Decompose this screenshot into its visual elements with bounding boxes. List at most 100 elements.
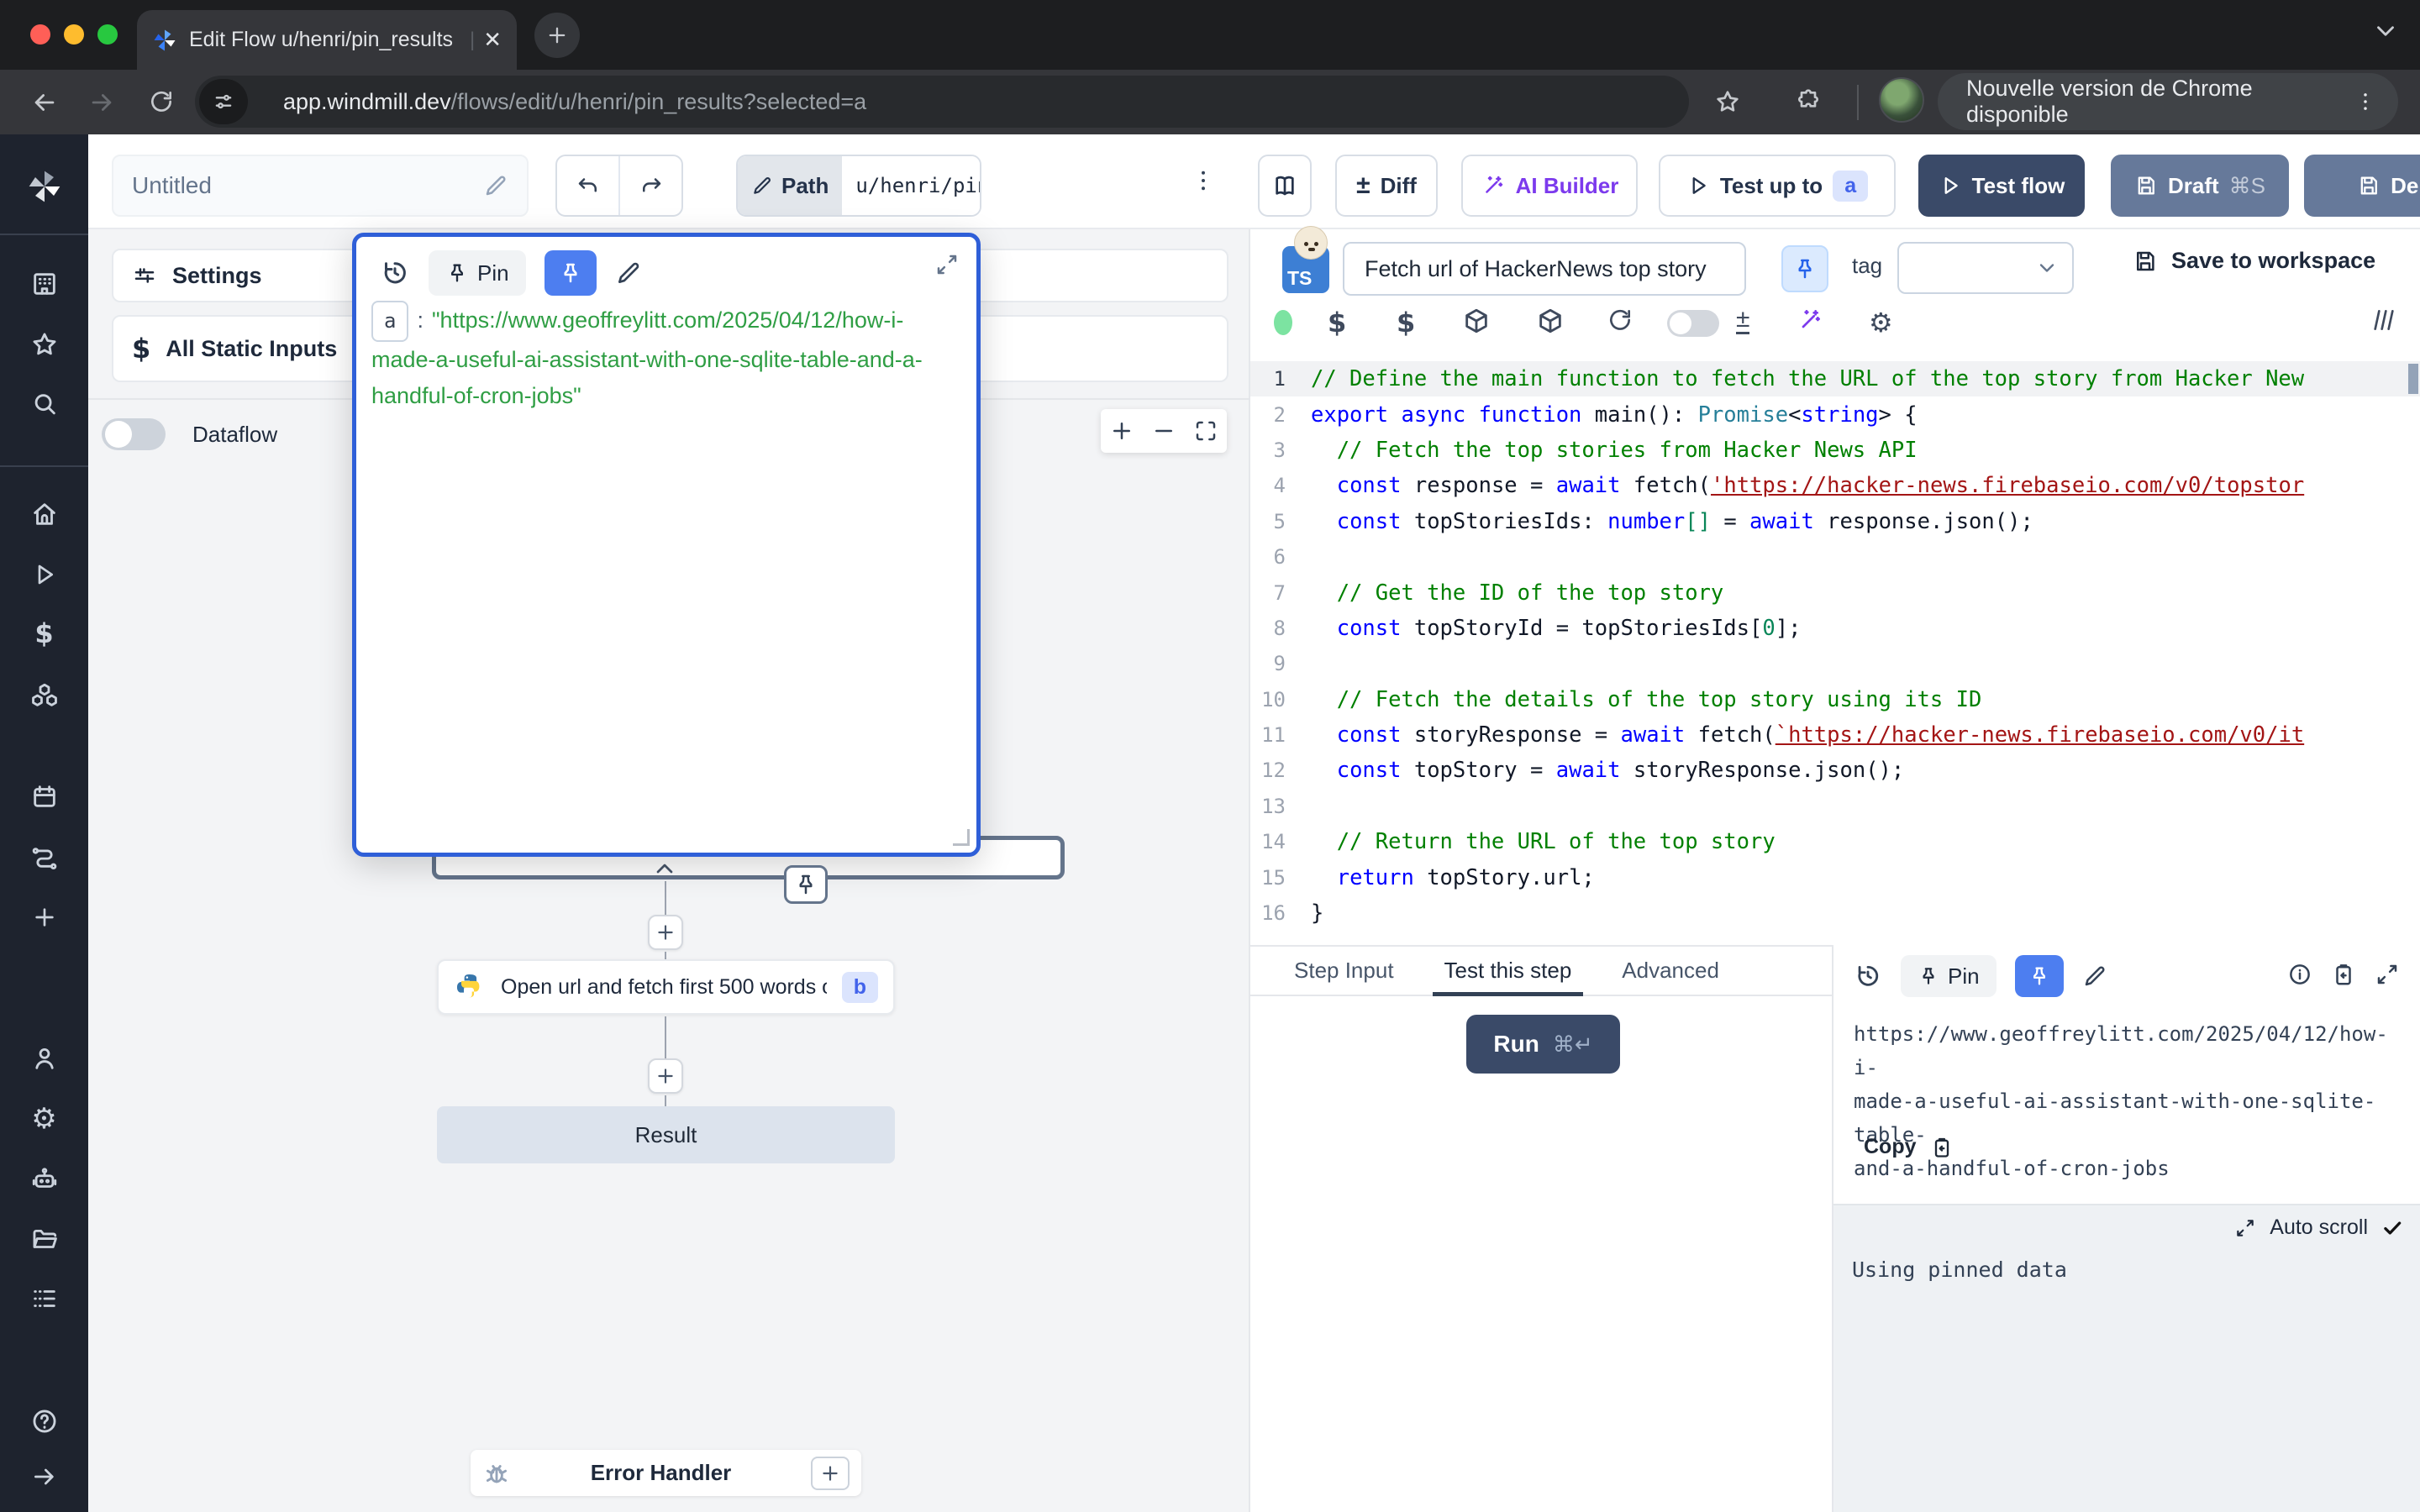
package-icon[interactable]: [1462, 307, 1491, 335]
sidebar-item-workers[interactable]: [0, 1152, 88, 1206]
arg-name-chip[interactable]: a: [371, 301, 408, 342]
expand-popup-icon[interactable]: [934, 252, 960, 277]
extensions-icon[interactable]: [1795, 88, 1822, 115]
tab-step-input[interactable]: Step Input: [1294, 947, 1394, 995]
editor-toggle[interactable]: [1667, 310, 1719, 337]
redo-button[interactable]: [620, 173, 681, 198]
node-a-pin-badge[interactable]: [784, 865, 828, 904]
diff-icon[interactable]: ±: [1736, 307, 1749, 334]
new-tab-button[interactable]: [534, 13, 580, 58]
code-line[interactable]: 10 // Fetch the details of the top story…: [1250, 682, 2420, 717]
dataflow-toggle[interactable]: [102, 418, 166, 450]
code-line[interactable]: 11 const storyResponse = await fetch(`ht…: [1250, 717, 2420, 753]
sidebar-item-home[interactable]: [0, 487, 88, 541]
browser-tab[interactable]: Edit Flow u/henri/pin_results | ✕: [137, 10, 517, 70]
ai-wand-icon[interactable]: [1797, 307, 1823, 333]
maximize-window-button[interactable]: [97, 24, 118, 45]
code-line[interactable]: 12 const topStory = await storyResponse.…: [1250, 753, 2420, 788]
result-pin-toggle-button[interactable]: Pin: [1901, 955, 1996, 997]
close-window-button[interactable]: [30, 24, 50, 45]
code-line[interactable]: 8 const topStoryId = topStoriesIds[0];: [1250, 611, 2420, 646]
code-line[interactable]: 2export async function main(): Promise<s…: [1250, 396, 2420, 432]
sidebar-item-audit-logs[interactable]: [0, 1272, 88, 1326]
insert-step-button[interactable]: [648, 915, 683, 950]
sidebar-item-favorites[interactable]: [0, 318, 88, 371]
chrome-update-button[interactable]: Nouvelle version de Chrome disponible: [1938, 73, 2398, 130]
flow-name-input[interactable]: Untitled: [112, 155, 529, 217]
fullscreen-icon[interactable]: [2375, 962, 2400, 987]
more-options-kebab-icon[interactable]: [1189, 166, 1218, 195]
copy-result-icon[interactable]: [2331, 962, 2356, 987]
draft-button[interactable]: Draft⌘S: [2111, 155, 2289, 217]
copy-button[interactable]: Copy: [1864, 1135, 1954, 1159]
add-error-handler-button[interactable]: [811, 1457, 850, 1490]
editor-scrollbar[interactable]: [2408, 364, 2418, 394]
flow-node-result[interactable]: Result: [437, 1106, 895, 1163]
step-pin-button[interactable]: [1781, 245, 1828, 292]
pinned-active-button[interactable]: [544, 250, 597, 296]
undo-button[interactable]: [557, 173, 618, 198]
result-pinned-active-button[interactable]: [2015, 955, 2064, 997]
tag-select[interactable]: [1897, 242, 2074, 294]
path-value[interactable]: u/henri/pin: [842, 156, 981, 215]
history-icon[interactable]: [380, 258, 410, 288]
library-icon[interactable]: [2370, 307, 2396, 333]
resources-icon[interactable]: $: [1397, 307, 1415, 339]
docs-button[interactable]: [1258, 155, 1312, 217]
tab-close-icon[interactable]: ✕: [483, 27, 502, 53]
forward-button[interactable]: [87, 88, 116, 117]
edit-name-pencil-icon[interactable]: [483, 173, 508, 198]
collapse-chevron-icon[interactable]: [651, 855, 678, 882]
save-to-workspace-button[interactable]: Save to workspace: [2133, 248, 2375, 274]
sidebar-item-schedules[interactable]: [0, 769, 88, 823]
code-editor[interactable]: 1// Define the main function to fetch th…: [1250, 361, 2420, 945]
sidebar-collapse-arrow-icon[interactable]: [0, 1450, 88, 1504]
run-button[interactable]: Run ⌘↵: [1466, 1015, 1620, 1074]
code-line[interactable]: 9: [1250, 646, 2420, 681]
zoom-in-icon[interactable]: [1109, 418, 1134, 444]
back-button[interactable]: [30, 88, 59, 117]
pin-toggle-button[interactable]: Pin: [429, 250, 526, 296]
sidebar-item-resources[interactable]: [0, 669, 88, 722]
sidebar-item-variables[interactable]: $: [0, 606, 88, 660]
reset-icon[interactable]: [1607, 307, 1634, 333]
code-line[interactable]: 15 return topStory.url;: [1250, 859, 2420, 895]
sidebar-item-settings[interactable]: ⚙: [0, 1092, 88, 1146]
info-icon[interactable]: [2287, 962, 2312, 987]
code-line[interactable]: 1// Define the main function to fetch th…: [1250, 361, 2420, 396]
code-line[interactable]: 13: [1250, 789, 2420, 824]
code-line[interactable]: 6: [1250, 539, 2420, 575]
code-line[interactable]: 14 // Return the URL of the top story: [1250, 824, 2420, 859]
diff-button[interactable]: ±Diff: [1335, 155, 1438, 217]
fit-view-icon[interactable]: [1193, 418, 1218, 444]
minimize-window-button[interactable]: [64, 24, 84, 45]
editor-settings-gear-icon[interactable]: ⚙: [1869, 307, 1893, 339]
url-text[interactable]: app.windmill.dev/flows/edit/u/henri/pin_…: [283, 89, 866, 115]
address-bar[interactable]: app.windmill.dev/flows/edit/u/henri/pin_…: [195, 76, 1689, 128]
path-edit-segment[interactable]: Path: [738, 156, 842, 215]
flow-node-b[interactable]: Open url and fetch first 500 words of ..…: [437, 959, 895, 1015]
zoom-out-icon[interactable]: [1151, 418, 1176, 444]
expand-logs-icon[interactable]: [2234, 1217, 2256, 1239]
sidebar-item-folders[interactable]: [0, 1213, 88, 1267]
deploy-button[interactable]: Deploy: [2304, 155, 2420, 217]
profile-avatar[interactable]: [1879, 77, 1924, 123]
sidebar-item-runs[interactable]: [0, 548, 88, 601]
flow-node-error-handler[interactable]: Error Handler: [471, 1450, 861, 1496]
tab-test-this-step[interactable]: Test this step: [1444, 947, 1572, 995]
test-flow-button[interactable]: Test flow: [1918, 155, 2085, 217]
reload-button[interactable]: [148, 88, 175, 115]
path-button-group[interactable]: Path u/henri/pin: [736, 155, 981, 217]
step-summary-input[interactable]: Fetch url of HackerNews top story: [1343, 242, 1746, 296]
pinned-value-viewer[interactable]: a:"https://www.geoffreylitt.com/2025/04/…: [371, 301, 960, 414]
resize-handle[interactable]: [953, 829, 970, 846]
browser-menu-kebab-icon[interactable]: [2353, 89, 2378, 114]
sidebar-item-routes[interactable]: [0, 830, 88, 884]
sidebar-item-help[interactable]: [0, 1394, 88, 1448]
package-icon[interactable]: [1536, 307, 1565, 335]
sidebar-item-search[interactable]: [0, 378, 88, 432]
sidebar-item-add[interactable]: [0, 890, 88, 944]
code-line[interactable]: 4 const response = await fetch('https://…: [1250, 468, 2420, 503]
test-up-to-step-badge[interactable]: a: [1833, 171, 1868, 202]
pinned-input-popup[interactable]: Pin a:"https://www.geoffreylitt.com/2025…: [352, 233, 981, 857]
